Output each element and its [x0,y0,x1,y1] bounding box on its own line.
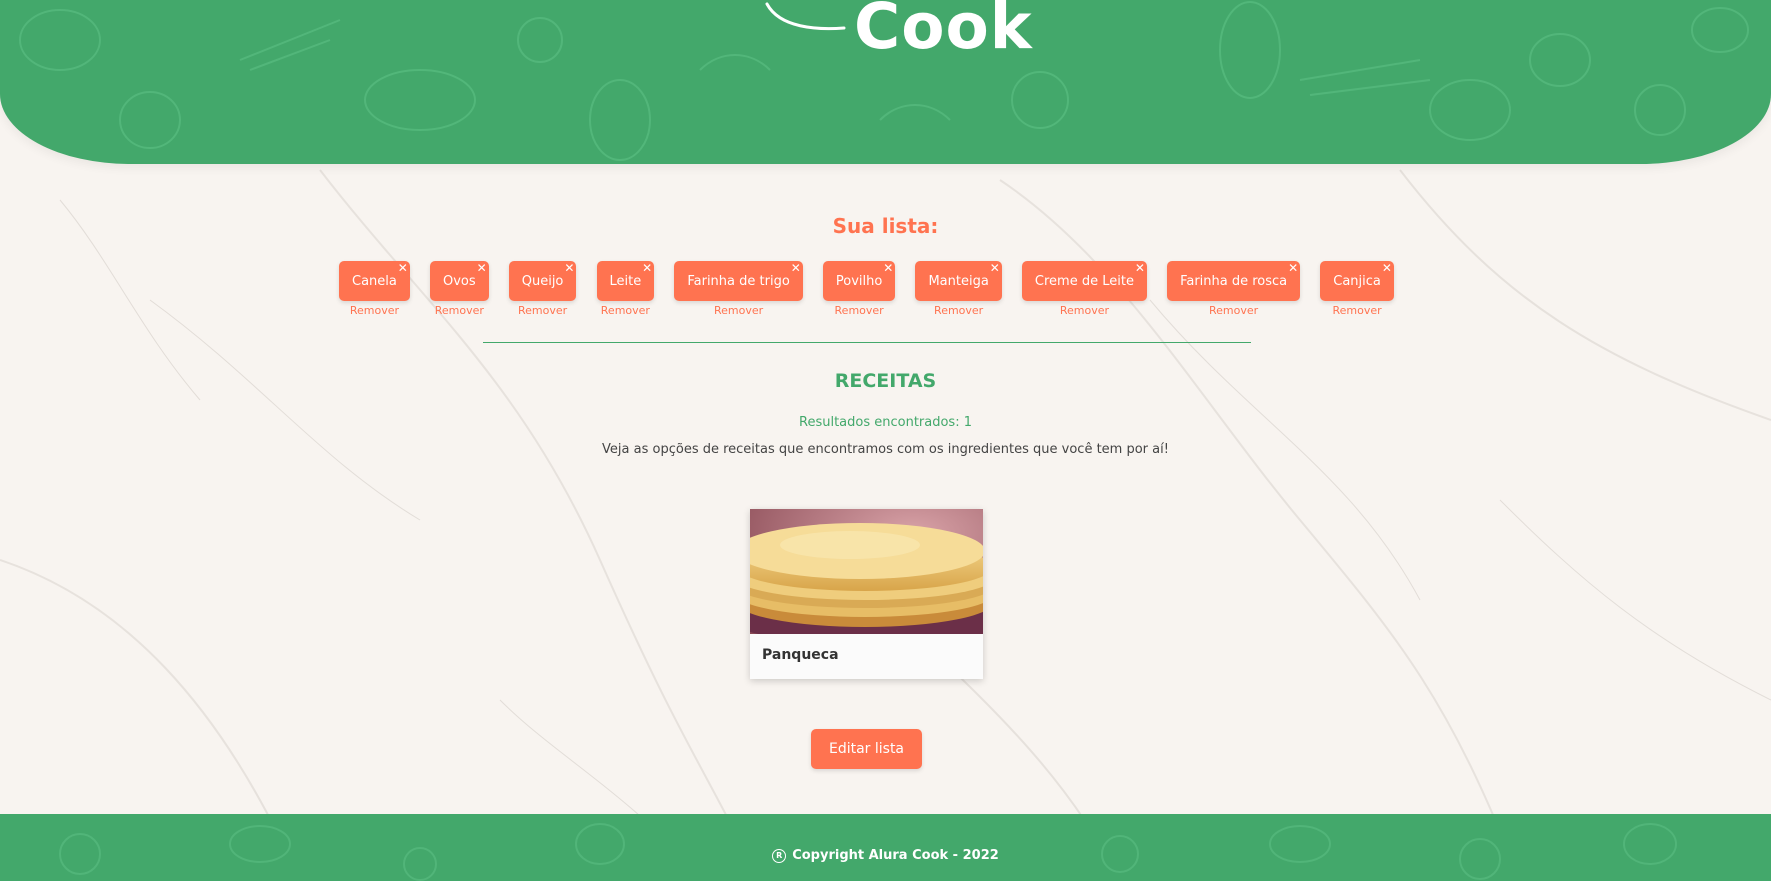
recipe-title: Panqueca [762,647,839,663]
close-icon[interactable]: ✕ [1135,261,1145,275]
recipes-title: RECEITAS [834,370,937,392]
ingredient-chip[interactable]: Queijo ✕ [508,261,577,301]
recipe-card[interactable]: Panqueca [750,509,983,679]
main-content: Sua lista: Canela ✕ Remover Ovos ✕ Remover Que… [0,164,1771,814]
ingredient-item: Canjica ✕ Remover [1320,261,1394,317]
copyright-text: R Copyright Alura Cook - 2022 [0,848,1771,863]
copyright-label: Copyright Alura Cook - 2022 [792,848,999,863]
logo-smile-mark [765,2,846,31]
ingredient-item: Farinha de trigo ✕ Remover [674,261,803,317]
ingredients-list-title: Sua lista: [832,214,939,238]
ingredient-label: Farinha de trigo [687,273,790,289]
remove-link[interactable]: Remover [350,304,399,317]
ingredient-label: Manteiga [928,273,989,289]
section-divider [483,342,1251,343]
recipes-description: Veja as opções de receitas que encontram… [602,442,1169,457]
ingredient-label: Farinha de rosca [1180,273,1288,289]
results-count: Resultados encontrados: 1 [799,415,972,430]
ingredient-item: Leite ✕ Remover [596,261,655,317]
remove-link[interactable]: Remover [601,304,650,317]
ingredient-chip[interactable]: Canela ✕ [339,261,410,301]
logo-text: Cook [854,0,1033,63]
ingredient-item: Canela ✕ Remover [339,261,410,317]
remove-link[interactable]: Remover [1060,304,1109,317]
ingredient-label: Canela [352,273,397,289]
ingredient-item: Creme de Leite ✕ Remover [1021,261,1147,317]
close-icon[interactable]: ✕ [477,261,487,275]
ingredient-chip[interactable]: Manteiga ✕ [915,261,1002,301]
ingredient-item: Queijo ✕ Remover [508,261,577,317]
edit-list-button[interactable]: Editar lista [811,729,922,769]
close-icon[interactable]: ✕ [990,261,1000,275]
site-footer: R Copyright Alura Cook - 2022 [0,814,1771,881]
remove-link[interactable]: Remover [1209,304,1258,317]
remove-link[interactable]: Remover [1332,304,1381,317]
remove-link[interactable]: Remover [934,304,983,317]
close-icon[interactable]: ✕ [791,261,801,275]
close-icon[interactable]: ✕ [564,261,574,275]
ingredient-chip[interactable]: Povilho ✕ [822,261,896,301]
remove-link[interactable]: Remover [835,304,884,317]
ingredient-label: Povilho [835,273,883,289]
ingredient-label: Canjica [1333,273,1381,289]
ingredient-chip[interactable]: Farinha de trigo ✕ [674,261,803,301]
ingredient-label: Creme de Leite [1034,273,1134,289]
ingredient-item: Povilho ✕ Remover [822,261,896,317]
ingredient-chip[interactable]: Farinha de rosca ✕ [1167,261,1301,301]
site-header: Cook [0,0,1771,164]
ingredient-chip[interactable]: Ovos ✕ [429,261,489,301]
close-icon[interactable]: ✕ [398,261,408,275]
ingredient-chip[interactable]: Canjica ✕ [1320,261,1394,301]
registered-icon: R [772,849,787,863]
close-icon[interactable]: ✕ [1288,261,1298,275]
ingredient-item: Farinha de rosca ✕ Remover [1167,261,1301,317]
ingredient-chip[interactable]: Creme de Leite ✕ [1021,261,1147,301]
remove-link[interactable]: Remover [714,304,763,317]
close-icon[interactable]: ✕ [883,261,893,275]
ingredient-chip[interactable]: Leite ✕ [596,261,655,301]
ingredient-label: Queijo [521,273,564,289]
ingredient-label: Ovos [442,273,476,289]
recipe-image [750,509,983,634]
remove-link[interactable]: Remover [518,304,567,317]
ingredient-item: Manteiga ✕ Remover [915,261,1002,317]
close-icon[interactable]: ✕ [1382,261,1392,275]
close-icon[interactable]: ✕ [642,261,652,275]
ingredient-label: Leite [609,273,642,289]
ingredient-item: Ovos ✕ Remover [429,261,489,317]
remove-link[interactable]: Remover [435,304,484,317]
ingredient-chip-list: Canela ✕ Remover Ovos ✕ Remover Queijo ✕ Remover… [339,261,1394,317]
